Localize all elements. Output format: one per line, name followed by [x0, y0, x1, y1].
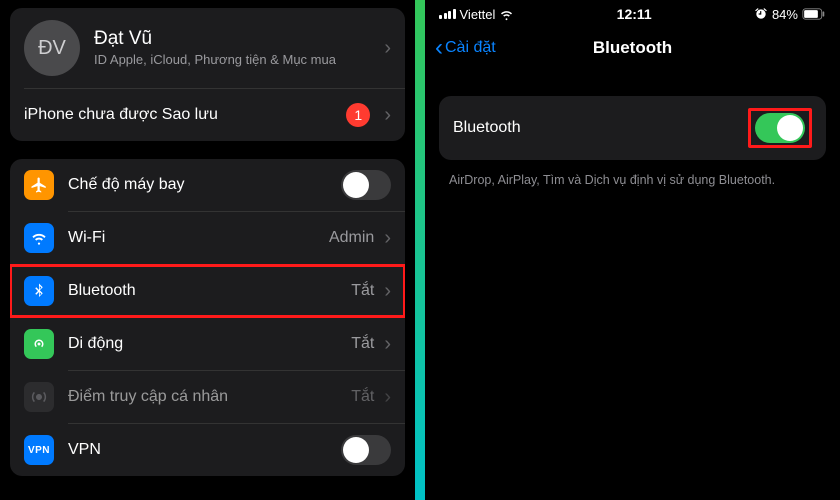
- bluetooth-toggle[interactable]: [755, 113, 805, 143]
- profile-card: ĐV Đạt Vũ ID Apple, iCloud, Phương tiện …: [10, 8, 405, 141]
- bluetooth-screen: Viettel 12:11 84% ‹ Cài đặt Bluetooth Bl…: [425, 0, 840, 500]
- bluetooth-row[interactable]: Bluetooth Tắt ›: [10, 265, 405, 317]
- settings-screen: ĐV Đạt Vũ ID Apple, iCloud, Phương tiện …: [0, 0, 415, 500]
- hotspot-value: Tắt: [351, 388, 374, 406]
- highlight-box: [748, 108, 812, 148]
- wifi-status-icon: [499, 7, 514, 22]
- backup-row[interactable]: iPhone chưa được Sao lưu 1 ›: [10, 89, 405, 141]
- back-button[interactable]: ‹ Cài đặt: [435, 34, 496, 62]
- wifi-row[interactable]: Wi-Fi Admin ›: [10, 212, 405, 264]
- chevron-right-icon: ›: [384, 280, 391, 303]
- cellular-icon: [24, 329, 54, 359]
- apple-id-row[interactable]: ĐV Đạt Vũ ID Apple, iCloud, Phương tiện …: [10, 8, 405, 88]
- bluetooth-card: Bluetooth: [439, 96, 826, 160]
- bluetooth-footer: AirDrop, AirPlay, Tìm và Dịch vụ định vị…: [425, 166, 840, 195]
- airplane-label: Chế độ máy bay: [68, 176, 341, 194]
- wifi-icon: [24, 223, 54, 253]
- signal-icon: [439, 9, 456, 19]
- vpn-row[interactable]: VPN VPN: [10, 424, 405, 476]
- bluetooth-value: Tắt: [351, 282, 374, 300]
- screen-divider: [415, 0, 425, 500]
- clock: 12:11: [617, 6, 652, 22]
- cellular-row[interactable]: Di động Tắt ›: [10, 318, 405, 370]
- network-settings-card: Chế độ máy bay Wi-Fi Admin › Bluetooth T…: [10, 159, 405, 476]
- profile-name: Đạt Vũ: [94, 28, 384, 50]
- notification-badge: 1: [346, 103, 370, 127]
- wifi-label: Wi-Fi: [68, 229, 329, 247]
- bluetooth-toggle-row[interactable]: Bluetooth: [439, 96, 826, 160]
- backup-label: iPhone chưa được Sao lưu: [24, 106, 346, 124]
- bluetooth-label: Bluetooth: [68, 282, 351, 300]
- battery-percent: 84%: [772, 7, 798, 22]
- carrier-label: Viettel: [460, 7, 496, 22]
- alarm-icon: [754, 7, 768, 21]
- cellular-value: Tắt: [351, 335, 374, 353]
- hotspot-icon: [24, 382, 54, 412]
- wifi-value: Admin: [329, 229, 374, 247]
- chevron-right-icon: ›: [384, 37, 391, 60]
- airplane-icon: [24, 170, 54, 200]
- vpn-toggle[interactable]: [341, 435, 391, 465]
- profile-subtitle: ID Apple, iCloud, Phương tiện & Mục mua: [94, 52, 384, 69]
- cellular-label: Di động: [68, 335, 351, 353]
- bluetooth-icon: [24, 276, 54, 306]
- hotspot-label: Điểm truy cập cá nhân: [68, 388, 351, 406]
- airplane-mode-row[interactable]: Chế độ máy bay: [10, 159, 405, 211]
- bluetooth-toggle-label: Bluetooth: [453, 119, 521, 137]
- back-label: Cài đặt: [445, 39, 496, 57]
- status-bar: Viettel 12:11 84%: [425, 0, 840, 26]
- nav-header: ‹ Cài đặt Bluetooth: [425, 26, 840, 76]
- chevron-right-icon: ›: [384, 333, 391, 356]
- hotspot-row[interactable]: Điểm truy cập cá nhân Tắt ›: [10, 371, 405, 423]
- battery-icon: [802, 8, 826, 20]
- chevron-left-icon: ‹: [435, 34, 443, 62]
- vpn-label: VPN: [68, 441, 341, 459]
- avatar: ĐV: [24, 20, 80, 76]
- chevron-right-icon: ›: [384, 227, 391, 250]
- vpn-icon: VPN: [24, 435, 54, 465]
- airplane-toggle[interactable]: [341, 170, 391, 200]
- chevron-right-icon: ›: [384, 386, 391, 409]
- chevron-right-icon: ›: [384, 104, 391, 127]
